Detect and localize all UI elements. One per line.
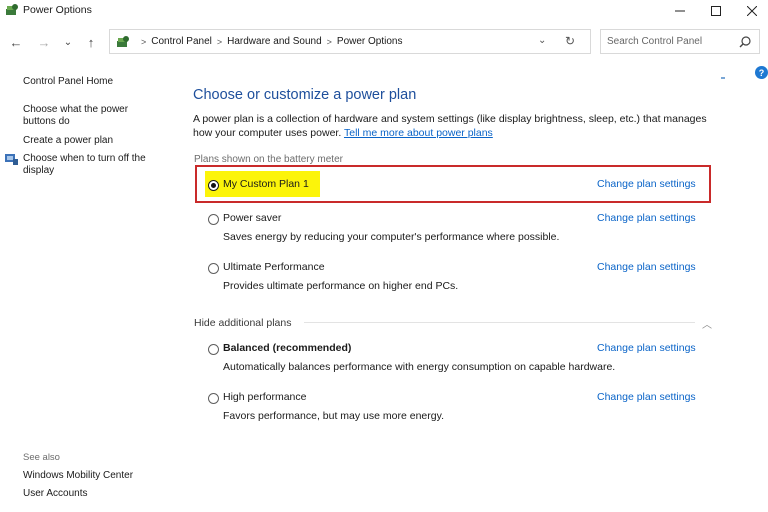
breadcrumb-control-panel[interactable]: Control Panel bbox=[151, 36, 212, 47]
maximize-icon bbox=[711, 6, 721, 16]
change-plan-settings-link[interactable]: Change plan settings bbox=[597, 212, 696, 224]
breadcrumb-separator: > bbox=[326, 36, 332, 47]
maximize-button[interactable] bbox=[698, 0, 734, 22]
change-plan-settings-link[interactable]: Change plan settings bbox=[597, 178, 696, 190]
forward-button[interactable]: → bbox=[35, 33, 53, 51]
see-also-label: See also bbox=[23, 452, 60, 463]
plan-name-balanced[interactable]: Balanced (recommended) bbox=[223, 342, 351, 354]
sidebar-item-user-accounts[interactable]: User Accounts bbox=[23, 488, 87, 500]
divider bbox=[304, 322, 695, 323]
sidebar-item-mobility-center[interactable]: Windows Mobility Center bbox=[23, 470, 133, 482]
plan-desc-power-saver: Saves energy by reducing your computer's… bbox=[223, 231, 560, 243]
power-options-icon bbox=[6, 4, 18, 15]
address-bar[interactable]: > Control Panel > Hardware and Sound > P… bbox=[109, 29, 591, 54]
plan-radio-my-custom-plan[interactable] bbox=[208, 180, 219, 191]
back-button[interactable]: ← bbox=[7, 33, 25, 51]
close-icon bbox=[747, 6, 757, 16]
plan-radio-power-saver[interactable] bbox=[208, 214, 219, 225]
breadcrumb-hardware-and-sound[interactable]: Hardware and Sound bbox=[227, 36, 322, 47]
page-description: A power plan is a collection of hardware… bbox=[193, 112, 713, 140]
breadcrumb-separator: > bbox=[216, 36, 223, 47]
shield-icon bbox=[5, 154, 18, 165]
window-title: Power Options bbox=[23, 4, 92, 16]
minimize-button[interactable] bbox=[662, 0, 698, 22]
address-dropdown-icon[interactable]: ⌄ bbox=[538, 35, 546, 46]
plan-radio-high-performance[interactable] bbox=[208, 393, 219, 404]
page-title: Choose or customize a power plan bbox=[193, 87, 417, 103]
breadcrumb-separator: > bbox=[141, 36, 147, 47]
up-arrow-icon: ↑ bbox=[87, 34, 95, 50]
refresh-icon[interactable]: ↻ bbox=[565, 34, 575, 48]
plan-radio-balanced[interactable] bbox=[208, 344, 219, 355]
change-plan-settings-link[interactable]: Change plan settings bbox=[597, 261, 696, 273]
sidebar-item-control-panel-home[interactable]: Control Panel Home bbox=[23, 76, 113, 88]
forward-arrow-icon: → bbox=[37, 34, 51, 50]
change-plan-settings-link[interactable]: Change plan settings bbox=[597, 342, 696, 354]
plan-radio-ultimate-performance[interactable] bbox=[208, 263, 219, 274]
change-plan-settings-link[interactable]: Change plan settings bbox=[597, 391, 696, 403]
scroll-marker bbox=[721, 77, 725, 79]
plan-name-ultimate-performance[interactable]: Ultimate Performance bbox=[223, 261, 325, 273]
plan-desc-ultimate-performance: Provides ultimate performance on higher … bbox=[223, 280, 459, 292]
learn-more-link[interactable]: Tell me more about power plans bbox=[344, 127, 493, 139]
chevron-down-icon: ⌄ bbox=[63, 36, 73, 48]
plan-name-power-saver[interactable]: Power saver bbox=[223, 212, 281, 224]
sidebar-item-power-buttons[interactable]: Choose what the power buttons do bbox=[23, 104, 143, 128]
plan-name-high-performance[interactable]: High performance bbox=[223, 391, 306, 403]
battery-meter-group-label: Plans shown on the battery meter bbox=[194, 154, 343, 165]
chevron-up-icon[interactable]: ︿ bbox=[702, 316, 712, 331]
sidebar-item-display-off[interactable]: Choose when to turn off the display bbox=[23, 153, 153, 177]
plan-desc-high-performance: Favors performance, but may use more ene… bbox=[223, 410, 444, 422]
control-panel-icon bbox=[117, 36, 129, 47]
title-bar: Power Options bbox=[0, 0, 768, 22]
minimize-icon bbox=[675, 10, 685, 12]
up-button[interactable]: ↑ bbox=[82, 33, 100, 51]
search-icon bbox=[739, 36, 751, 48]
help-icon[interactable]: ? bbox=[755, 66, 768, 79]
plan-name-my-custom-plan[interactable]: My Custom Plan 1 bbox=[223, 178, 309, 190]
breadcrumb-power-options[interactable]: Power Options bbox=[337, 36, 403, 47]
close-button[interactable] bbox=[734, 0, 768, 22]
hide-additional-plans-label[interactable]: Hide additional plans bbox=[194, 317, 291, 329]
breadcrumb: > Control Panel > Hardware and Sound > P… bbox=[136, 36, 403, 47]
search-input[interactable]: Search Control Panel bbox=[600, 29, 760, 54]
search-placeholder: Search Control Panel bbox=[607, 36, 703, 47]
sidebar-item-create-plan[interactable]: Create a power plan bbox=[23, 135, 113, 147]
plan-desc-balanced: Automatically balances performance with … bbox=[223, 361, 616, 373]
back-arrow-icon: ← bbox=[9, 34, 23, 50]
recent-locations-button[interactable]: ⌄ bbox=[59, 33, 77, 51]
